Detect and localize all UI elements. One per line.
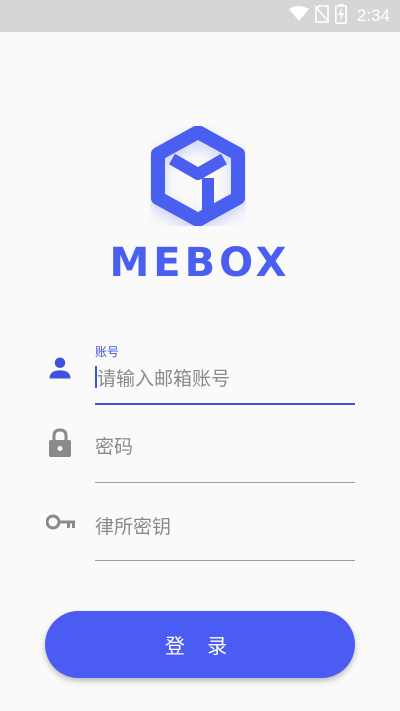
status-bar: 2:34 [0, 0, 400, 32]
firm-key-field[interactable]: 律所密钥 [0, 500, 400, 570]
firm-key-underline [95, 560, 355, 561]
password-field[interactable]: 密码 [0, 420, 400, 490]
account-input[interactable]: 请输入邮箱账号 [97, 364, 357, 391]
wifi-icon [288, 6, 309, 26]
no-sim-icon [314, 5, 330, 27]
lock-icon [48, 428, 72, 462]
account-field[interactable]: 账号 请输入邮箱账号 [0, 340, 400, 410]
password-input[interactable]: 密码 [95, 432, 355, 459]
status-icons: 2:34 [288, 0, 390, 32]
battery-charging-icon [334, 4, 347, 28]
key-icon [45, 513, 76, 535]
status-time: 2:34 [356, 6, 390, 25]
login-button[interactable]: 登 录 [45, 611, 355, 678]
password-underline [95, 482, 355, 483]
cube-logo-icon [150, 125, 246, 227]
brand-name: MEBOX [109, 240, 291, 286]
account-label: 账号 [95, 345, 120, 359]
person-icon [46, 354, 74, 386]
account-underline [95, 403, 355, 405]
firm-key-input[interactable]: 律所密钥 [95, 512, 355, 539]
